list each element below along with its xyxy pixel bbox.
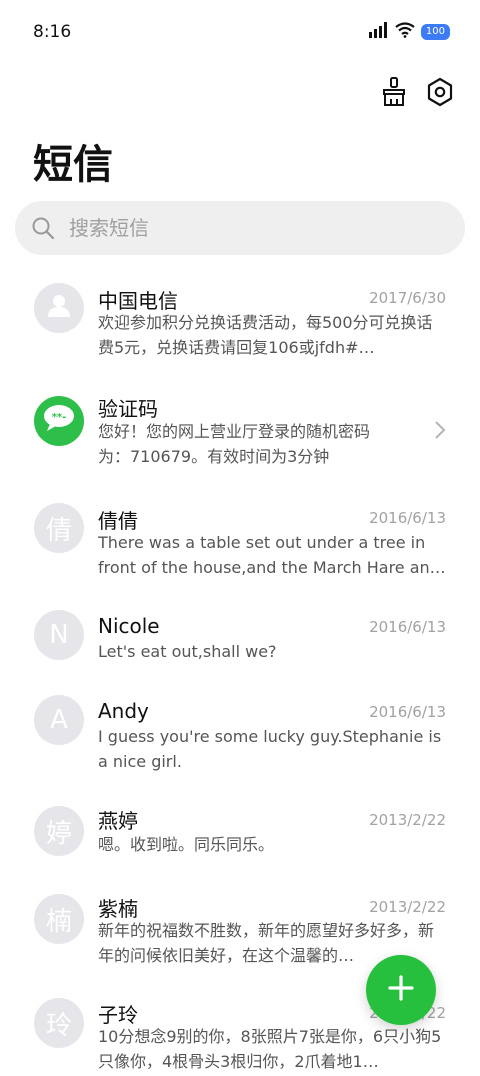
conversation-item[interactable]: **- 验证码 您好！您的网上营业厅登录的随机密码为：710679。有效时间为3… [0,370,480,480]
clean-brush-button[interactable] [380,77,408,111]
wifi-icon [395,22,415,42]
message-bubble-icon: **- [42,404,76,439]
plus-icon [386,973,416,1007]
avatar: 楠 [34,894,84,944]
gear-icon [426,77,454,111]
message-preview: I guess you're some lucky guy.Stephanie … [98,727,442,771]
avatar [34,283,84,333]
conversation-item[interactable]: 中国电信 2017/6/30 欢迎参加积分兑换话费活动，每500分可兑换话费5元… [0,266,480,370]
status-icons: 100 [368,22,450,42]
chevron-right-icon [434,420,446,444]
avatar: N [34,610,84,660]
status-time: 8:16 [33,22,72,42]
message-date: 2016/6/13 [369,509,446,527]
conversation-item[interactable]: 倩 倩倩 2016/6/13 There was a table set out… [0,480,480,588]
battery-indicator: 100 [420,24,450,40]
conversation-item[interactable]: A Andy 2016/6/13 I guess you're some luc… [0,674,480,782]
message-preview: Let's eat out,shall we? [98,642,277,661]
avatar: 倩 [34,503,84,553]
contact-name: 验证码 [98,397,158,421]
contact-name: Nicole [98,614,160,638]
top-actions [380,77,454,111]
person-icon [46,292,72,325]
message-date: 2013/2/22 [369,898,446,916]
message-preview: 嗯。收到啦。同乐同乐。 [98,835,275,854]
new-message-button[interactable] [366,955,436,1025]
avatar: 玲 [34,998,84,1048]
message-date: 2016/6/13 [369,618,446,636]
status-bar: 8:16 100 [0,0,480,60]
conversation-item[interactable]: 婷 燕婷 2013/2/22 嗯。收到啦。同乐同乐。 [0,782,480,868]
avatar: 婷 [34,806,84,856]
message-date: 2016/6/13 [369,703,446,721]
message-preview: 欢迎参加积分兑换话费活动，每500分可兑换话费5元，兑换话费请回复106或jfd… [98,313,433,357]
search-icon [31,215,57,241]
conversation-list: 中国电信 2017/6/30 欢迎参加积分兑换话费活动，每500分可兑换话费5元… [0,266,480,1076]
message-preview: 您好！您的网上营业厅登录的随机密码为：710679。有效时间为3分钟 [98,422,371,466]
svg-text:**-: **- [52,412,67,423]
brush-icon [381,77,407,111]
search-input[interactable] [67,215,431,241]
conversation-item[interactable]: N Nicole 2016/6/13 Let's eat out,shall w… [0,588,480,674]
message-date: 2013/2/22 [369,811,446,829]
page-title: 短信 [33,142,113,188]
avatar: A [34,695,84,745]
search-bar[interactable] [15,201,465,255]
message-preview: There was a table set out under a tree i… [98,533,440,577]
avatar: **- [34,396,84,446]
contact-name: Andy [98,699,149,723]
signal-icon [368,22,389,42]
contact-name: 燕婷 [98,809,138,833]
message-date: 2017/6/30 [369,289,446,307]
settings-button[interactable] [426,77,454,111]
